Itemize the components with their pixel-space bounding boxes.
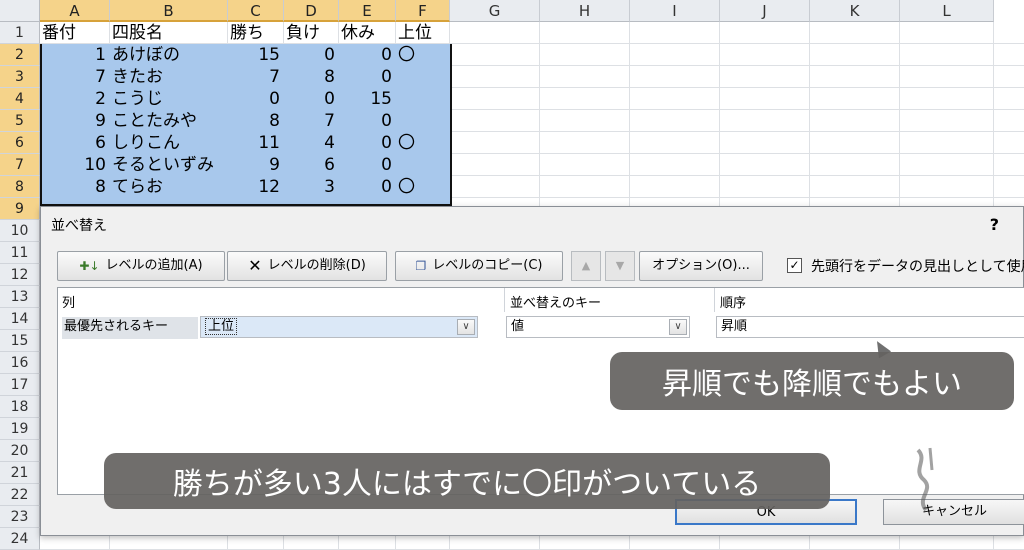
- column-header-A[interactable]: A: [40, 0, 110, 22]
- options-label: オプション(O)...: [652, 258, 750, 273]
- delete-level-label: レベルの削除(D): [267, 258, 366, 273]
- add-level-icon: ✚↓: [79, 259, 100, 273]
- cell-B1[interactable]: 四股名: [110, 22, 228, 44]
- row-header-9[interactable]: 9: [0, 198, 40, 220]
- row-header-24[interactable]: 24: [0, 528, 40, 550]
- sort-key-value: 値: [511, 319, 525, 334]
- cell-A1[interactable]: 番付: [40, 22, 110, 44]
- row-header-11[interactable]: 11: [0, 242, 40, 264]
- column-header-F[interactable]: F: [396, 0, 450, 22]
- priority-key-label: 最優先されるキー: [62, 317, 198, 339]
- select-all-corner[interactable]: [0, 0, 40, 22]
- row-header-13[interactable]: 13: [0, 286, 40, 308]
- column-header-I[interactable]: I: [630, 0, 720, 22]
- row-header-20[interactable]: 20: [0, 440, 40, 462]
- column-header-J[interactable]: J: [720, 0, 810, 22]
- row-header-7[interactable]: 7: [0, 154, 40, 176]
- row-header-6[interactable]: 6: [0, 132, 40, 154]
- row-header-15[interactable]: 15: [0, 330, 40, 352]
- row-header-8[interactable]: 8: [0, 176, 40, 198]
- column-header: 列: [62, 296, 76, 311]
- column-header-H[interactable]: H: [540, 0, 630, 22]
- move-up-button[interactable]: ▲: [571, 251, 601, 281]
- row-header-21[interactable]: 21: [0, 462, 40, 484]
- add-level-button[interactable]: ✚↓ レベルの追加(A): [57, 251, 225, 281]
- row-header-22[interactable]: 22: [0, 484, 40, 506]
- checkmark-icon: ✓: [789, 258, 800, 272]
- dialog-title: 並べ替え: [51, 218, 107, 234]
- grid-divider: [504, 288, 505, 312]
- copy-level-button[interactable]: ❐ レベルのコピー(C): [395, 251, 563, 281]
- move-down-button[interactable]: ▼: [605, 251, 635, 281]
- copy-level-label: レベルのコピー(C): [432, 258, 543, 273]
- order-header: 順序: [720, 296, 747, 311]
- chevron-down-icon[interactable]: ∨: [669, 319, 687, 335]
- row-header-18[interactable]: 18: [0, 396, 40, 418]
- arrow-down-icon: ▼: [615, 259, 625, 272]
- row-header-2[interactable]: 2: [0, 44, 40, 66]
- watermark-logo: [916, 447, 934, 512]
- column-header-L[interactable]: L: [900, 0, 994, 22]
- caption-bottom: 勝ちが多い3人にはすでに〇印がついている: [104, 453, 830, 509]
- column-header-C[interactable]: C: [228, 0, 284, 22]
- header-checkbox[interactable]: ✓: [787, 258, 802, 273]
- row-header-12[interactable]: 12: [0, 264, 40, 286]
- row-header-14[interactable]: 14: [0, 308, 40, 330]
- grid-divider: [714, 288, 715, 312]
- selection-border: [40, 44, 452, 206]
- cell-F1[interactable]: 上位: [396, 22, 450, 44]
- column-header-K[interactable]: K: [810, 0, 900, 22]
- help-button[interactable]: ?: [990, 215, 999, 234]
- column-select-value: 上位: [205, 318, 238, 335]
- row-header-19[interactable]: 19: [0, 418, 40, 440]
- row-header-17[interactable]: 17: [0, 374, 40, 396]
- column-header-G[interactable]: G: [450, 0, 540, 22]
- delete-icon: ✕: [248, 256, 262, 275]
- cancel-button[interactable]: キャンセル: [883, 499, 1024, 525]
- chevron-down-icon[interactable]: ∨: [457, 319, 475, 335]
- cell-C1[interactable]: 勝ち: [228, 22, 284, 44]
- row-header-10[interactable]: 10: [0, 220, 40, 242]
- sort-key-select[interactable]: 値 ∨: [506, 316, 690, 338]
- column-header-E[interactable]: E: [339, 0, 396, 22]
- order-value: 昇順: [721, 319, 748, 334]
- arrow-up-icon: ▲: [581, 259, 591, 272]
- row-header-3[interactable]: 3: [0, 66, 40, 88]
- add-level-label: レベルの追加(A): [105, 258, 203, 273]
- column-select[interactable]: 上位 ∨: [200, 316, 478, 338]
- header-checkbox-label: 先頭行をデータの見出しとして使用す: [811, 259, 1024, 275]
- row-header-23[interactable]: 23: [0, 506, 40, 528]
- column-header-B[interactable]: B: [110, 0, 228, 22]
- row-header-1[interactable]: 1: [0, 22, 40, 44]
- delete-level-button[interactable]: ✕ レベルの削除(D): [227, 251, 387, 281]
- copy-icon: ❐: [415, 259, 427, 273]
- order-select[interactable]: 昇順: [716, 316, 1024, 338]
- cell-D1[interactable]: 負け: [284, 22, 339, 44]
- row-header-5[interactable]: 5: [0, 110, 40, 132]
- column-header-D[interactable]: D: [284, 0, 339, 22]
- row-header-4[interactable]: 4: [0, 88, 40, 110]
- sort-key-header: 並べ替えのキー: [510, 296, 602, 311]
- row-header-16[interactable]: 16: [0, 352, 40, 374]
- cell-E1[interactable]: 休み: [339, 22, 396, 44]
- caption-top: 昇順でも降順でもよい: [610, 352, 1014, 410]
- options-button[interactable]: オプション(O)...: [639, 251, 763, 281]
